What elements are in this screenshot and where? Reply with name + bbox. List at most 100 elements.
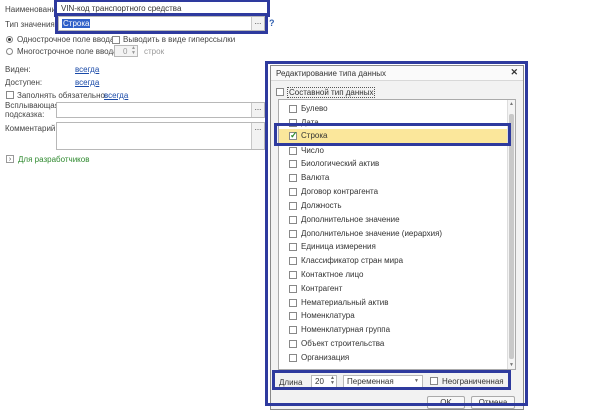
type-list-item-label: Объект строительства bbox=[301, 339, 385, 348]
type-select-button[interactable]: ... bbox=[251, 17, 264, 30]
type-list-item-label: Контрагент bbox=[301, 284, 343, 293]
lines-count-input[interactable]: 0 ▲ ▼ bbox=[114, 45, 138, 57]
length-mode-value: Переменная bbox=[347, 377, 394, 386]
type-list-item[interactable]: Валюта bbox=[279, 171, 507, 185]
type-checkbox[interactable] bbox=[289, 299, 297, 307]
type-checkbox[interactable] bbox=[289, 216, 297, 224]
type-checkbox[interactable] bbox=[289, 202, 297, 210]
type-checkbox[interactable] bbox=[289, 326, 297, 334]
cancel-button[interactable]: Отмена bbox=[471, 396, 515, 409]
available-label: Доступен: bbox=[5, 78, 43, 87]
visible-link[interactable]: всегда bbox=[75, 65, 99, 74]
close-icon[interactable]: ✕ bbox=[510, 67, 518, 78]
type-list-item-label: Биологический актив bbox=[301, 159, 380, 168]
type-checkbox[interactable] bbox=[289, 230, 297, 238]
type-list-item[interactable]: Контрагент bbox=[279, 282, 507, 296]
comment-input[interactable]: ... bbox=[56, 122, 265, 150]
type-checkbox[interactable] bbox=[289, 312, 297, 320]
type-list-item[interactable]: Дополнительное значение bbox=[279, 213, 507, 227]
name-input-value: VIN-код транспортного средства bbox=[61, 4, 182, 13]
type-list-item[interactable]: Дополнительное значение (иерархия) bbox=[279, 227, 507, 241]
type-list-item[interactable]: Число bbox=[279, 144, 507, 158]
type-list-item[interactable]: ✓ Строка bbox=[279, 129, 507, 143]
type-list-item-label: Нематериальный актив bbox=[301, 298, 389, 307]
unlimited-checkbox[interactable] bbox=[430, 377, 438, 385]
type-input[interactable]: Строка ... bbox=[58, 16, 265, 31]
type-list-item[interactable]: Булево bbox=[279, 102, 507, 116]
hyperlink-checkbox[interactable] bbox=[112, 36, 120, 44]
single-line-radio[interactable] bbox=[6, 36, 13, 43]
type-list-item[interactable]: Договор контрагента bbox=[279, 185, 507, 199]
help-icon[interactable]: ? bbox=[269, 18, 275, 28]
stepper-icon[interactable]: ▲ ▼ bbox=[131, 46, 136, 56]
scroll-thumb[interactable] bbox=[509, 114, 514, 359]
expand-icon[interactable]: › bbox=[6, 155, 14, 163]
length-mode-select[interactable]: Переменная ▼ bbox=[343, 375, 423, 388]
dev-section-link[interactable]: Для разработчиков bbox=[18, 155, 89, 164]
data-type-dialog: Редактирование типа данных ✕ Составной т… bbox=[270, 65, 524, 410]
scroll-up-icon[interactable]: ▲ bbox=[509, 101, 514, 107]
type-list-item[interactable]: Организация bbox=[279, 351, 507, 365]
tooltip-label-2: подсказка: bbox=[5, 110, 45, 119]
type-list-item-label: Валюта bbox=[301, 173, 330, 182]
tooltip-label-1: Всплывающая bbox=[5, 101, 60, 110]
type-checkbox[interactable] bbox=[289, 105, 297, 113]
composite-label: Составной тип данных bbox=[287, 87, 376, 98]
required-label: Заполнять обязательно: bbox=[17, 91, 108, 100]
name-label: Наименование: bbox=[5, 5, 63, 14]
ok-button[interactable]: OK bbox=[427, 396, 465, 409]
type-checkbox[interactable] bbox=[289, 285, 297, 293]
length-stepper-icon[interactable]: ▲ ▼ bbox=[330, 376, 335, 386]
type-checkbox[interactable] bbox=[289, 174, 297, 182]
type-list-item-label: Организация bbox=[301, 353, 350, 362]
type-list-item-label: Должность bbox=[301, 201, 342, 210]
tooltip-button[interactable]: ... bbox=[251, 103, 264, 117]
composite-checkbox[interactable] bbox=[276, 88, 284, 96]
checkmark-icon: ✓ bbox=[290, 130, 298, 140]
checked-checkbox[interactable]: ✓ bbox=[289, 130, 298, 140]
available-link[interactable]: всегда bbox=[75, 78, 99, 87]
required-link[interactable]: всегда bbox=[104, 91, 128, 100]
type-list-item[interactable]: Номенклатура bbox=[279, 309, 507, 323]
type-list-item-label: Номенклатурная группа bbox=[301, 325, 391, 334]
name-input[interactable]: VIN-код транспортного средства bbox=[56, 1, 268, 15]
scroll-down-icon[interactable]: ▼ bbox=[509, 362, 514, 368]
type-list[interactable]: Булево Дата ✓ Строка Число Биологический акти… bbox=[278, 99, 516, 370]
type-checkbox[interactable] bbox=[289, 147, 297, 155]
hyperlink-label: Выводить в виде гиперссылки bbox=[123, 35, 236, 44]
type-checkbox[interactable] bbox=[289, 340, 297, 348]
required-checkbox[interactable] bbox=[6, 91, 14, 99]
tooltip-input[interactable]: ... bbox=[56, 102, 265, 118]
type-checkbox[interactable] bbox=[289, 257, 297, 265]
type-list-item[interactable]: Должность bbox=[279, 199, 507, 213]
type-list-item[interactable]: Дата bbox=[279, 116, 507, 130]
type-checkbox[interactable] bbox=[289, 243, 297, 251]
type-checkbox[interactable] bbox=[289, 354, 297, 362]
type-list-item-label: Единица измерения bbox=[301, 242, 376, 251]
type-list-item[interactable]: Номенклатурная группа bbox=[279, 323, 507, 337]
length-input[interactable]: 20 ▲ ▼ bbox=[311, 375, 337, 388]
type-list-item[interactable]: Нематериальный актив bbox=[279, 296, 507, 310]
type-list-item-label: Контактное лицо bbox=[301, 270, 364, 279]
type-list-item[interactable]: Контактное лицо bbox=[279, 268, 507, 282]
lines-suffix: строк bbox=[144, 47, 165, 56]
type-list-item[interactable]: Единица измерения bbox=[279, 240, 507, 254]
type-checkbox[interactable] bbox=[289, 188, 297, 196]
type-checkbox[interactable] bbox=[289, 119, 297, 127]
multi-line-radio[interactable] bbox=[6, 48, 13, 55]
list-scrollbar[interactable]: ▲ ▼ bbox=[507, 100, 515, 369]
type-checkbox[interactable] bbox=[289, 160, 297, 168]
type-label: Тип значения: bbox=[5, 20, 57, 29]
dialog-title: Редактирование типа данных bbox=[276, 69, 387, 78]
type-list-item[interactable]: Объект строительства bbox=[279, 337, 507, 351]
chevron-down-icon[interactable]: ▼ bbox=[414, 378, 419, 384]
type-list-item[interactable]: Классификатор стран мира bbox=[279, 254, 507, 268]
type-checkbox[interactable] bbox=[289, 271, 297, 279]
comment-button[interactable]: ... bbox=[251, 123, 264, 149]
dialog-titlebar: Редактирование типа данных ✕ bbox=[271, 66, 523, 81]
type-list-item-label: Договор контрагента bbox=[301, 187, 379, 196]
comment-label: Комментарий: bbox=[5, 124, 58, 133]
type-list-item-label: Классификатор стран мира bbox=[301, 256, 404, 265]
type-list-item[interactable]: Биологический актив bbox=[279, 157, 507, 171]
type-input-value: Строка bbox=[62, 19, 91, 28]
